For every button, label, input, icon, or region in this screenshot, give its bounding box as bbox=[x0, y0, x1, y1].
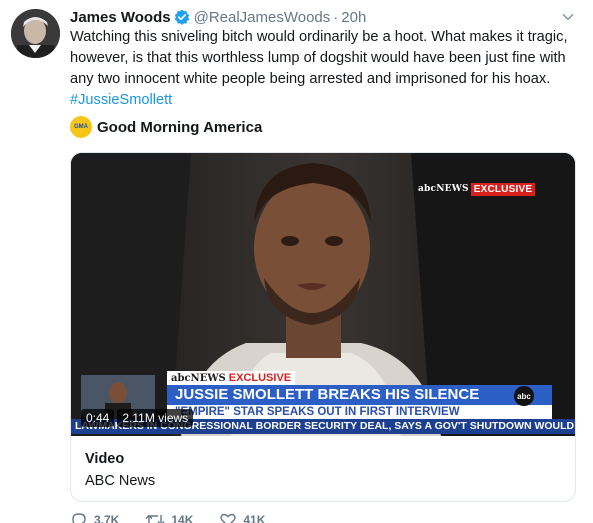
like-button[interactable]: 41K bbox=[219, 511, 265, 523]
video-duration: 0:44 bbox=[81, 409, 115, 427]
card-title: Video bbox=[85, 451, 125, 467]
abc-logo-icon: abc bbox=[514, 386, 534, 406]
author-name[interactable]: James Woods bbox=[70, 9, 171, 26]
video-card[interactable]: abcNEWS EXCLUSIVE abcNEWS EXCLUSIVE JUSS… bbox=[70, 152, 576, 502]
author-avatar[interactable] bbox=[11, 9, 60, 58]
gma-logo-icon: GMA bbox=[70, 116, 92, 138]
source-name[interactable]: Good Morning America bbox=[97, 119, 262, 136]
tweet-header: James Woods @RealJamesWoods · 20h bbox=[70, 7, 366, 27]
tweet-actions: 3.7K 14K 41K bbox=[70, 510, 291, 523]
card-source[interactable]: GMA Good Morning America bbox=[70, 116, 262, 138]
retweet-icon bbox=[145, 514, 165, 523]
hashtag-link[interactable]: #JussieSmollett bbox=[70, 90, 585, 111]
strap-exclusive: EXCLUSIVE bbox=[228, 372, 292, 384]
gma-corner-text: GOOD MORNING AMERICA.COM bbox=[501, 408, 534, 418]
tweet-text: Watching this sniveling bitch would ordi… bbox=[70, 29, 568, 87]
exclusive-bug: abcNEWS EXCLUSIVE bbox=[416, 182, 536, 196]
video-badges: 0:44 2.11M views bbox=[81, 409, 196, 427]
retweet-count: 14K bbox=[171, 513, 194, 523]
heart-icon bbox=[220, 513, 237, 523]
header-separator: · bbox=[333, 8, 339, 26]
lower-third-subheadline: "EMPIRE" STAR SPEAKS OUT IN FIRST INTERV… bbox=[167, 405, 552, 419]
card-domain: ABC News bbox=[85, 473, 156, 489]
video-player[interactable]: abcNEWS EXCLUSIVE abcNEWS EXCLUSIVE JUSS… bbox=[71, 153, 575, 436]
verified-badge-icon bbox=[174, 9, 189, 25]
bug-exclusive: EXCLUSIVE bbox=[470, 182, 536, 196]
strap-network: abcNEWS bbox=[171, 372, 226, 384]
tweet[interactable]: James Woods @RealJamesWoods · 20h Watchi… bbox=[0, 0, 593, 523]
chevron-down-icon[interactable] bbox=[561, 10, 575, 24]
video-views: 2.11M views bbox=[117, 409, 194, 427]
tweet-timestamp[interactable]: 20h bbox=[341, 9, 366, 26]
bug-network: abcNEWS bbox=[418, 184, 469, 194]
gma-corner-logo: abc GOOD MORNING AMERICA.COM bbox=[501, 386, 547, 418]
lower-third-strap: abcNEWS EXCLUSIVE bbox=[167, 371, 296, 385]
retweet-button[interactable]: 14K bbox=[145, 511, 193, 523]
reply-icon bbox=[72, 513, 86, 523]
tweet-body: Watching this sniveling bitch would ordi… bbox=[70, 27, 585, 111]
reply-button[interactable]: 3.7K bbox=[70, 511, 119, 523]
lower-third-headline: JUSSIE SMOLLETT BREAKS HIS SILENCE bbox=[167, 385, 552, 405]
author-handle[interactable]: @RealJamesWoods bbox=[194, 9, 331, 26]
card-info[interactable]: Video ABC News bbox=[85, 449, 155, 491]
reply-count: 3.7K bbox=[94, 513, 120, 523]
like-count: 41K bbox=[243, 513, 266, 523]
